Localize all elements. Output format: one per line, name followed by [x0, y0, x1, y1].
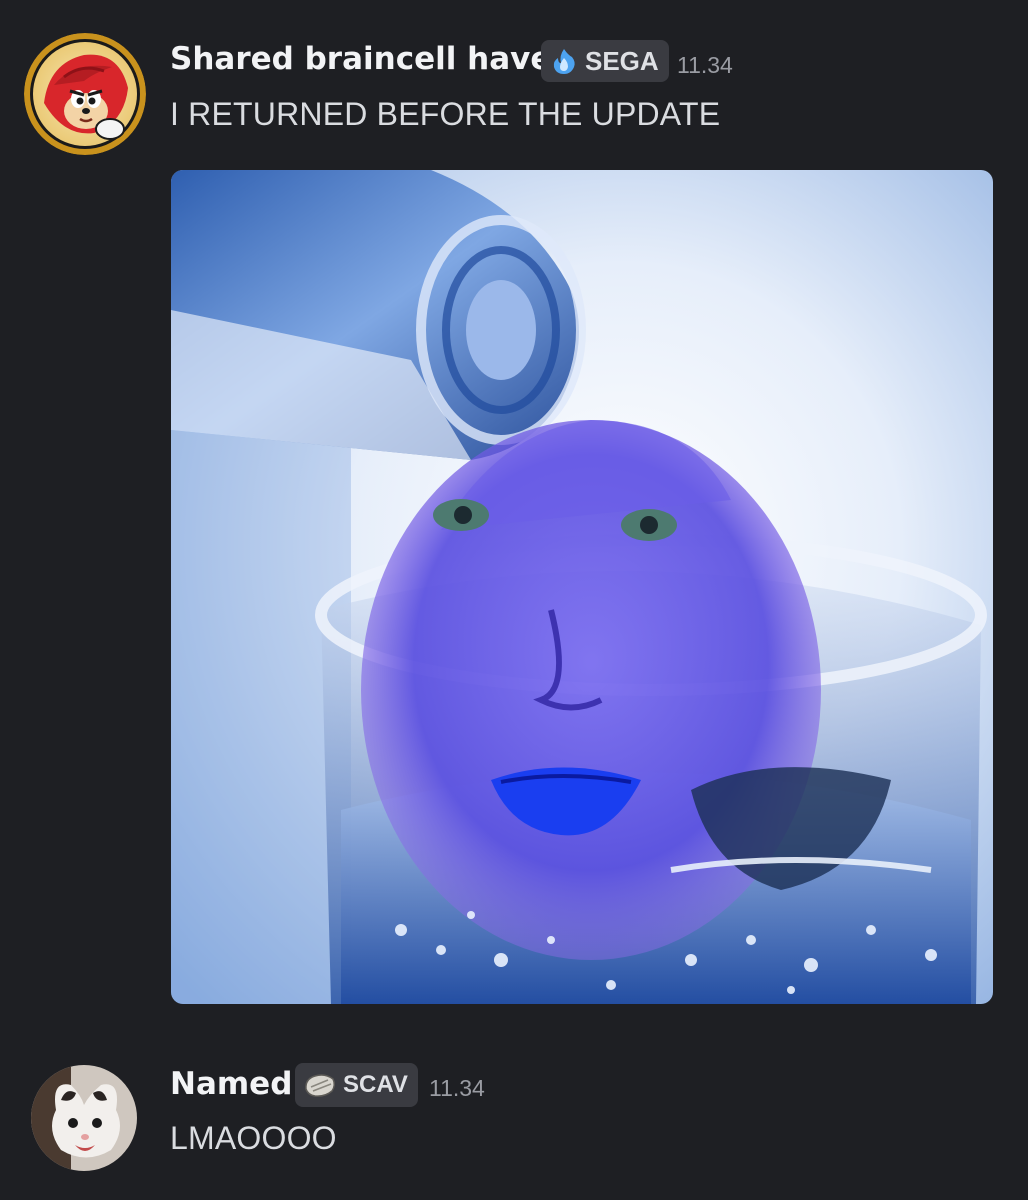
user-avatar[interactable] [31, 1065, 137, 1171]
author-name[interactable]: Named [170, 1066, 292, 1102]
timestamp: 11.34 [677, 52, 733, 78]
knuckles-avatar-icon [24, 33, 146, 155]
message-2: Named SCAV 11.34 LMAOOOO [0, 1040, 1028, 1200]
guild-tag[interactable]: SCAV [295, 1063, 418, 1107]
blue-flame-icon [553, 49, 575, 74]
cat-avatar-icon [31, 1065, 137, 1171]
image-attachment[interactable] [171, 170, 993, 1004]
message-text: I RETURNED BEFORE THE UPDATE [170, 96, 721, 132]
tag-label: SCAV [343, 1071, 408, 1098]
author-name[interactable]: Shared braincell haver [170, 41, 567, 77]
timestamp: 11.34 [429, 1075, 485, 1101]
water-pour-meme-image [171, 170, 993, 1004]
tag-label: SEGA [585, 45, 659, 76]
message-1: Shared braincell haver SEGA 11.34 I RETU… [0, 0, 1028, 1030]
guild-tag[interactable]: SEGA [541, 40, 669, 82]
user-avatar[interactable] [24, 33, 146, 155]
message-text: LMAOOOO [170, 1120, 337, 1156]
stone-icon [305, 1074, 336, 1097]
